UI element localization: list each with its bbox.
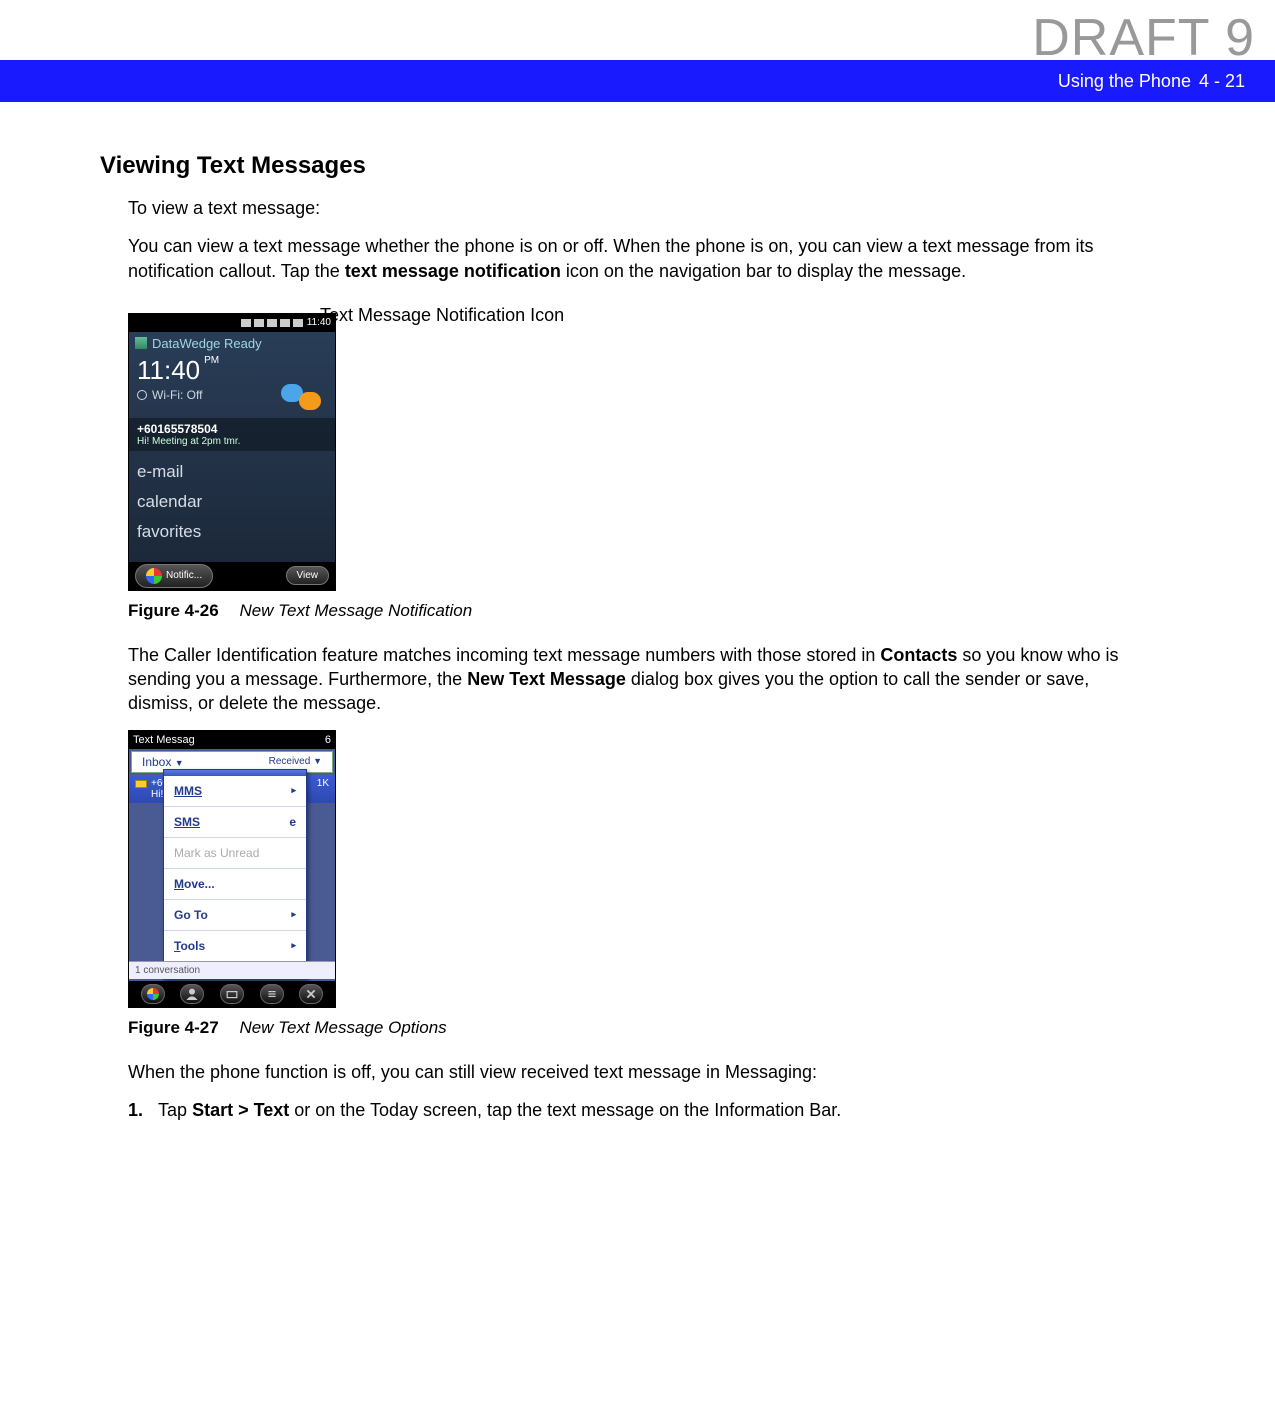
close-icon (305, 988, 317, 1000)
p2-bold2: New Text Message (467, 669, 626, 689)
received-label: Received (269, 756, 311, 767)
step-1-num: 1. (128, 1100, 143, 1120)
section-heading: Viewing Text Messages (100, 152, 1155, 180)
soft-left-label: Notific... (166, 570, 202, 581)
keyboard-icon (226, 988, 238, 1000)
soft-right-button[interactable]: View (286, 566, 330, 585)
menu-goto[interactable]: Go To ▸ (164, 900, 306, 931)
datawedge-label: DataWedge Ready (152, 336, 262, 351)
context-menu-popup: MMS ▸ SMS e Mark as Unread Move... Go To… (163, 769, 307, 980)
chapter-title: Using the Phone (1058, 71, 1191, 92)
title-bar-2: Text Messag 6 (129, 731, 335, 749)
row-size: 1K (317, 778, 329, 789)
submenu-arrow-icon: ▸ (291, 785, 296, 796)
antenna-icon (267, 319, 277, 327)
start-button[interactable] (141, 984, 165, 1004)
datawedge-icon (135, 337, 147, 349)
windows-logo-icon (146, 568, 162, 584)
clock-time: 11:40 (137, 355, 200, 385)
fig2-title: New Text Message Options (239, 1018, 446, 1037)
signal-icon (254, 319, 264, 327)
menu-icon (266, 988, 278, 1000)
datawedge-row: DataWedge Ready (129, 332, 335, 355)
watermark: DRAFT 9 (1032, 8, 1255, 68)
menu-calendar[interactable]: calendar (129, 487, 335, 517)
menu-email[interactable]: e-mail (129, 457, 335, 487)
close-button[interactable] (299, 984, 323, 1004)
paragraph-2: The Caller Identification feature matche… (128, 643, 1155, 716)
mark-label: Mark as Unread (174, 846, 259, 860)
home-clock: 11:40 PM (129, 355, 335, 386)
figure-1-caption: Figure 4-26 New Text Message Notificatio… (128, 601, 1155, 621)
delete-suffix: e (289, 815, 296, 829)
message-preview: Hi! Meeting at 2pm tmr. (137, 436, 327, 447)
wifi-label: Wi-Fi: Off (152, 388, 202, 402)
menu-move[interactable]: Move... (164, 869, 306, 900)
submenu-arrow-icon-2: ▸ (291, 909, 296, 920)
menu-mark-unread: Mark as Unread (164, 838, 306, 869)
p1-b: icon on the navigation bar to display th… (561, 261, 966, 281)
screenshot-2: Text Messag 6 Inbox ▼ Received ▼ +6016 H… (128, 730, 336, 1008)
battery-icon (293, 319, 303, 327)
clock-ampm: PM (204, 355, 219, 366)
windows-logo-icon-2 (147, 988, 159, 1000)
soft-right-label: View (297, 570, 319, 581)
menu-sms[interactable]: SMS e (164, 807, 306, 838)
figure-1-wrap: Text Message Notification Icon 11:40 Dat… (128, 313, 1155, 591)
p1-bold: text message notification (345, 261, 561, 281)
bottom-toolbar (129, 981, 335, 1007)
menu-favorites[interactable]: favorites (129, 517, 335, 547)
status-time: 11:40 (307, 317, 331, 328)
message-banner[interactable]: +60165578504 Hi! Meeting at 2pm tmr. (129, 418, 335, 451)
callout-label: Text Message Notification Icon (320, 305, 564, 326)
paragraph-1: You can view a text message whether the … (128, 234, 1155, 283)
sim-icon (241, 319, 251, 327)
tools-label-rest: ools (180, 939, 205, 953)
paragraph-3: When the phone function is off, you can … (128, 1060, 1155, 1084)
envelope-icon (135, 780, 147, 788)
conversation-count: 1 conversation (129, 961, 335, 979)
step1-a: Tap (158, 1100, 192, 1120)
sort-arrow-icon: ▼ (313, 756, 322, 766)
inbox-label: Inbox (142, 755, 171, 769)
move-label-rest: ove... (184, 877, 215, 891)
menu-button[interactable] (260, 984, 284, 1004)
screenshot-1: 11:40 DataWedge Ready 11:40 PM Wi-Fi: Off… (128, 313, 336, 591)
wifi-icon (137, 390, 147, 400)
status-bar: 11:40 (129, 314, 335, 332)
submenu-arrow-icon-3: ▸ (291, 940, 296, 951)
person-icon (186, 988, 198, 1000)
content-area: Viewing Text Messages To view a text mes… (0, 102, 1275, 1156)
step1-bold: Start > Text (192, 1100, 289, 1120)
sender-number: +60165578504 (137, 422, 327, 436)
bubble-orange-icon (299, 392, 321, 410)
app-title: Text Messag (133, 734, 195, 746)
p2-bold1: Contacts (880, 645, 957, 665)
p2-a: The Caller Identification feature matche… (128, 645, 880, 665)
soft-left-button[interactable]: Notific... (135, 564, 213, 588)
fig1-num: Figure 4-26 (128, 601, 219, 620)
keyboard-button[interactable] (220, 984, 244, 1004)
fig2-num: Figure 4-27 (128, 1018, 219, 1037)
intro-line: To view a text message: (128, 196, 1155, 220)
title-time-suffix: 6 (325, 734, 331, 746)
volume-icon (280, 319, 290, 327)
page-number: 4 - 21 (1199, 71, 1245, 92)
mms-label: MMS (174, 784, 202, 798)
goto-label: Go To (174, 908, 208, 922)
menu-mms[interactable]: MMS ▸ (164, 776, 306, 807)
step-1: 1. Tap Start > Text or on the Today scre… (128, 1098, 1155, 1122)
step1-b: or on the Today screen, tap the text mes… (289, 1100, 841, 1120)
dropdown-arrow-icon: ▼ (175, 758, 184, 768)
sms-label: SMS (174, 815, 200, 829)
contacts-button[interactable] (180, 984, 204, 1004)
figure-2-caption: Figure 4-27 New Text Message Options (128, 1018, 1155, 1038)
soft-key-bar: Notific... View (129, 562, 335, 590)
speech-bubbles-icon (281, 384, 321, 414)
home-menu-list: e-mail calendar favorites (129, 457, 335, 547)
status-icons (241, 319, 303, 327)
fig1-title: New Text Message Notification (239, 601, 472, 620)
menu-tools[interactable]: Tools ▸ (164, 931, 306, 961)
